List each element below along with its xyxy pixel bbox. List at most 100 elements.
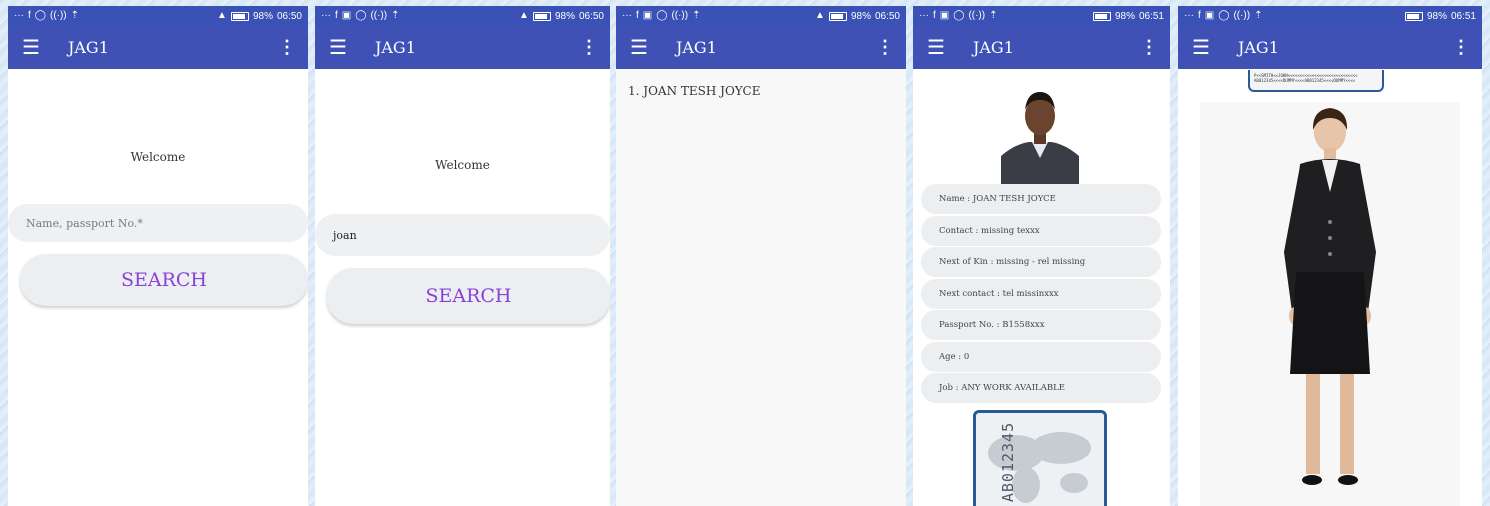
status-bar: ··· f ▣ ◯ ((·)) ⇡ 98% 06:51 [1178,6,1482,26]
facebook-icon: f [1198,10,1201,21]
search-input[interactable]: Name, passport No.* [8,204,308,242]
detail-contact: Contact : missing texxx [921,216,1161,246]
screen-3: ··· f ▣ ◯ ((·)) ⇡ ▲ 98% 06:50 ☰ JAG1 ⋮ 1… [616,6,906,506]
hotspot-icon: ((·)) [968,10,986,21]
battery-icon [1092,11,1111,21]
app-bar: ☰ JAG1 ⋮ [616,26,906,69]
screen-5: ··· f ▣ ◯ ((·)) ⇡ 98% 06:51 ☰ JAG1 ⋮ P<<… [1178,6,1482,506]
upload-icon: ⇡ [692,10,701,21]
gallery-icon: ▣ [341,10,352,21]
battery-percent: 98% [252,10,273,22]
status-right-icons: 98% 06:51 [1092,10,1164,22]
more-vert-icon[interactable]: ⋮ [1140,37,1158,58]
app-bar: ☰ JAG1 ⋮ [8,26,308,69]
more-notifications-icon: ··· [919,10,929,21]
facebook-icon: f [335,10,338,21]
status-left-icons: ··· f ◯ ((·)) ⇡ [14,11,79,21]
hotspot-icon: ((·)) [1233,10,1251,21]
battery-icon [532,11,551,21]
status-left-icons: ··· f ▣ ◯ ((·)) ⇡ [321,11,399,21]
profile-photo [1001,86,1079,184]
hamburger-menu-icon[interactable]: ☰ [22,35,40,60]
status-bar: ··· f ▣ ◯ ((·)) ⇡ ▲ 98% 06:50 [616,6,906,26]
battery-percent: 98% [1114,10,1135,22]
whatsapp-icon: ◯ [355,10,367,21]
whatsapp-icon: ◯ [953,10,965,21]
more-notifications-icon: ··· [14,10,24,21]
status-right-icons: 98% 06:51 [1404,10,1476,22]
more-notifications-icon: ··· [622,10,632,21]
hamburger-menu-icon[interactable]: ☰ [329,35,347,60]
search-input[interactable]: joan [315,214,610,256]
app-title: JAG1 [67,38,109,57]
facebook-icon: f [933,10,936,21]
welcome-text: Welcome [435,158,490,172]
hamburger-menu-icon[interactable]: ☰ [630,35,648,60]
passport-mrz-image: P<<SMITH<<JOHN<<<<<<<<<<<<<<<<<<<<<<<<<<… [1248,70,1384,92]
detail-name: Name : JOAN TESH JOYCE [921,184,1161,214]
detail-age: Age : 0 [921,342,1161,372]
clock: 06:50 [276,10,302,22]
app-title: JAG1 [972,38,1014,57]
more-vert-icon[interactable]: ⋮ [278,37,296,58]
status-right-icons: ▲ 98% 06:50 [815,11,900,22]
signal-icon: ▲ [217,10,227,21]
more-notifications-icon: ··· [1184,10,1194,21]
welcome-text: Welcome [130,150,186,164]
upload-icon: ⇡ [1254,10,1263,21]
hamburger-menu-icon[interactable]: ☰ [927,35,945,60]
detail-next-contact: Next contact : tel missinxxx [921,279,1161,309]
whatsapp-icon: ◯ [656,10,668,21]
mrz-line-2: AB012345<<<<DUMMY<<<<AB012345<<<<DUMMY<<… [1254,78,1356,83]
status-left-icons: ··· f ▣ ◯ ((·)) ⇡ [1184,11,1262,21]
hamburger-menu-icon[interactable]: ☰ [1192,35,1210,60]
gallery-icon: ▣ [642,10,653,21]
hotspot-icon: ((·)) [671,10,689,21]
upload-icon: ⇡ [391,10,400,21]
passport-number-vertical: AB012345 [999,421,1018,503]
full-body-photo [1200,102,1460,506]
app-bar: ☰ JAG1 ⋮ [1178,26,1482,69]
hotspot-icon: ((·)) [370,10,388,21]
app-bar: ☰ JAG1 ⋮ [315,26,610,69]
status-bar: ··· f ◯ ((·)) ⇡ ▲ 98% 06:50 [8,6,308,26]
upload-icon: ⇡ [70,10,80,21]
app-title: JAG1 [374,38,416,57]
status-left-icons: ··· f ▣ ◯ ((·)) ⇡ [919,11,997,21]
more-notifications-icon: ··· [321,10,331,21]
screen-4: ··· f ▣ ◯ ((·)) ⇡ 98% 06:51 ☰ JAG1 ⋮ Nam… [913,6,1170,506]
battery-icon [230,11,249,21]
detail-passport: Passport No. : B1558xxx [921,310,1161,340]
status-right-icons: ▲ 98% 06:50 [217,11,302,22]
status-bar: ··· f ▣ ◯ ((·)) ⇡ 98% 06:51 [913,6,1170,26]
gallery-icon: ▣ [939,10,950,21]
screen-1: ··· f ◯ ((·)) ⇡ ▲ 98% 06:50 ☰ JAG1 ⋮ Wel… [8,6,308,506]
app-bar: ☰ JAG1 ⋮ [913,26,1170,69]
signal-icon: ▲ [815,10,825,21]
clock: 06:50 [874,10,900,22]
battery-percent: 98% [554,10,575,22]
app-title: JAG1 [675,38,717,57]
battery-percent: 98% [850,10,871,22]
more-vert-icon[interactable]: ⋮ [580,37,598,58]
search-button[interactable]: SEARCH [327,268,610,324]
upload-icon: ⇡ [989,10,998,21]
battery-icon [828,11,847,21]
clock: 06:50 [578,10,604,22]
clock: 06:51 [1450,10,1476,22]
status-bar: ··· f ▣ ◯ ((·)) ⇡ ▲ 98% 06:50 [315,6,610,26]
more-vert-icon[interactable]: ⋮ [876,37,894,58]
whatsapp-icon: ◯ [34,10,46,21]
gallery-icon: ▣ [1204,10,1215,21]
status-left-icons: ··· f ▣ ◯ ((·)) ⇡ [622,11,700,21]
detail-next-of-kin: Next of Kin : missing - rel missing [921,247,1161,277]
status-right-icons: ▲ 98% 06:50 [519,11,604,22]
battery-icon [1404,11,1423,21]
signal-icon: ▲ [519,10,529,21]
search-button[interactable]: SEARCH [20,254,308,306]
hotspot-icon: ((·)) [49,10,67,21]
more-vert-icon[interactable]: ⋮ [1452,37,1470,58]
result-item[interactable]: 1. JOAN TESH JOYCE [628,84,760,98]
app-title: JAG1 [1237,38,1279,57]
facebook-icon: f [636,10,639,21]
